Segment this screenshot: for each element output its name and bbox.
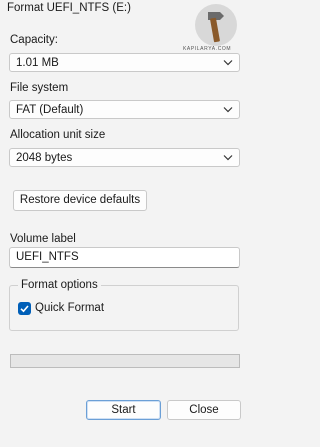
chevron-down-icon — [223, 155, 233, 161]
file-system-select[interactable]: FAT (Default) — [9, 100, 240, 119]
chevron-down-icon — [223, 60, 233, 66]
allocation-select[interactable]: 2048 bytes — [9, 148, 240, 167]
progress-bar — [10, 354, 240, 368]
start-button[interactable]: Start — [86, 400, 161, 420]
restore-defaults-button[interactable]: Restore device defaults — [13, 190, 147, 211]
format-options-title: Format options — [18, 279, 101, 291]
file-system-value: FAT (Default) — [16, 104, 84, 116]
watermark-logo: KAPILARYA.COM — [183, 2, 246, 54]
window-title: Format UEFI_NTFS (E:) — [7, 2, 131, 14]
quick-format-label[interactable]: Quick Format — [35, 302, 104, 314]
file-system-label: File system — [10, 82, 69, 94]
allocation-label: Allocation unit size — [10, 129, 106, 141]
volume-label-input[interactable]: UEFI_NTFS — [9, 247, 240, 268]
capacity-select[interactable]: 1.01 MB — [9, 53, 240, 72]
hammer-icon — [195, 4, 237, 46]
volume-label-value: UEFI_NTFS — [16, 251, 79, 263]
volume-label-label: Volume label — [10, 233, 76, 245]
close-button[interactable]: Close — [167, 400, 241, 420]
watermark-text: KAPILARYA.COM — [183, 46, 232, 52]
chevron-down-icon — [223, 107, 233, 113]
allocation-value: 2048 bytes — [16, 152, 73, 164]
capacity-label: Capacity: — [10, 34, 58, 46]
capacity-value: 1.01 MB — [16, 57, 59, 69]
checkmark-icon — [20, 305, 29, 313]
quick-format-checkbox[interactable] — [18, 302, 31, 315]
